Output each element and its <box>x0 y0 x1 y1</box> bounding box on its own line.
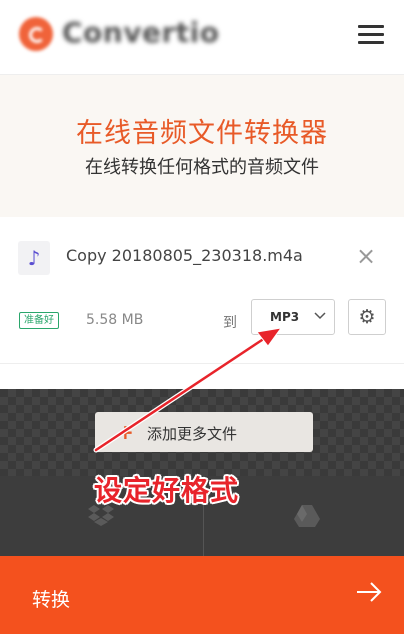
plus-icon: + <box>117 420 134 444</box>
page-title: 在线音频文件转换器 <box>76 118 328 149</box>
chevron-down-icon <box>314 309 326 324</box>
logo-text[interactable]: Convertio <box>62 16 220 49</box>
divider <box>0 363 404 364</box>
add-files-label: 添加更多文件 <box>147 425 238 443</box>
file-name: Copy 20180805_230318.m4a <box>66 246 303 265</box>
status-badge: 准备好 <box>19 312 59 329</box>
convert-label: 转换 <box>32 589 71 611</box>
gear-icon[interactable]: ⚙ <box>348 299 386 335</box>
music-note-icon: ♪ <box>18 241 50 275</box>
header: Convertio <box>0 0 404 75</box>
hero-section: 在线音频文件转换器 在线转换任何格式的音频文件 <box>0 75 404 217</box>
hamburger-menu-icon[interactable] <box>356 22 386 48</box>
page-subtitle: 在线转换任何格式的音频文件 <box>85 157 319 178</box>
annotation-text: 设定好格式 <box>94 474 240 507</box>
convert-button[interactable]: 转换 <box>0 556 404 634</box>
to-label: 到 <box>223 315 237 331</box>
close-icon[interactable]: × <box>354 244 378 268</box>
convertio-logo-icon[interactable] <box>19 17 53 51</box>
format-value: MP3 <box>270 310 300 324</box>
arrow-right-icon <box>356 580 382 609</box>
file-size: 5.58 MB <box>86 312 144 328</box>
format-select[interactable]: MP3 <box>251 299 335 335</box>
file-panel: ♪ Copy 20180805_230318.m4a × 准备好 5.58 MB… <box>0 217 404 389</box>
add-more-files-button[interactable]: + 添加更多文件 <box>95 412 313 452</box>
